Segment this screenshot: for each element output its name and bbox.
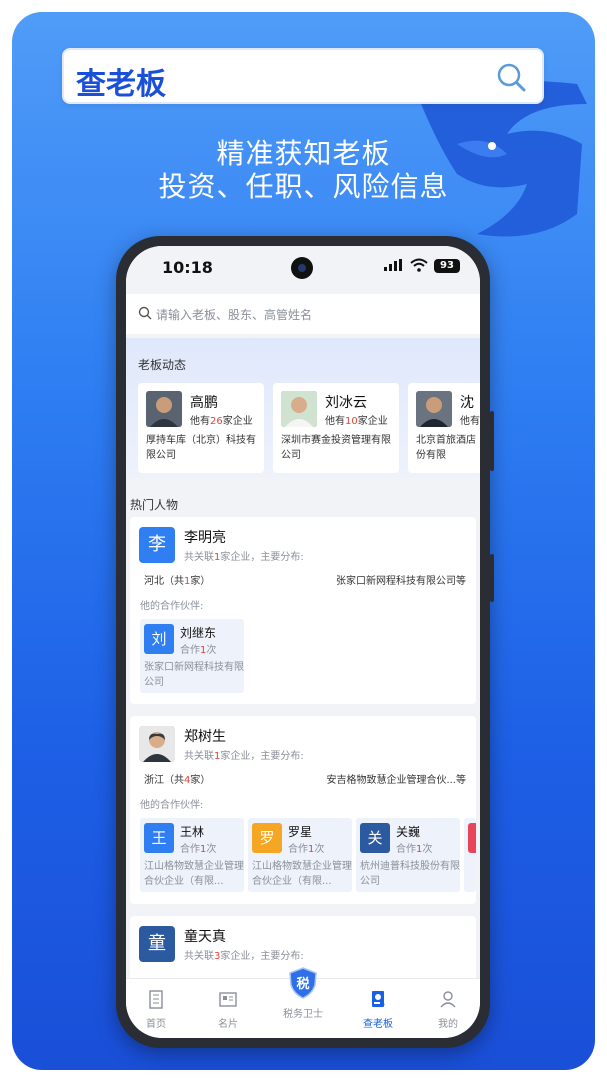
partner-label: 他的合作伙伴: — [140, 800, 204, 811]
avatar — [281, 391, 317, 427]
partner-card[interactable]: 刘 刘继东 合作1次 张家口新网程科技有限公司 — [140, 619, 244, 693]
person-card[interactable]: 郑树生 共关联1家企业，主要分布: 浙江（共4家） 安吉格物致慧企业管理合伙..… — [130, 716, 476, 904]
company-name: 深圳市赛金投资管理有限公司 — [281, 435, 391, 461]
phone-screen: 10:18 93 请输入老板、股东、高管姓名 老板动态 高鹏 他有26家企业 厚… — [126, 246, 480, 1038]
tab-label: 我的 — [438, 1019, 458, 1030]
section-title: 老板动态 — [138, 358, 187, 372]
bottom-tab-bar: 首页 名片 税 税务卫士 查老板 我的 — [126, 967, 480, 1038]
building-icon — [149, 990, 163, 1009]
tab-home[interactable]: 首页 — [126, 989, 186, 1030]
signal-icon — [384, 259, 402, 271]
coop-count: 合作1次 — [396, 844, 433, 855]
partner-company: 江山格物致慧企业管理合伙企业（有限... — [252, 861, 352, 887]
tab-label: 税务卫士 — [283, 1009, 323, 1020]
tab-me[interactable]: 我的 — [418, 989, 478, 1030]
partner-card[interactable]: 关 关巍 合作1次 杭州迪普科技股份有限公司 — [356, 818, 460, 892]
boss-card[interactable]: 高鹏 他有26家企业 厚持车库（北京）科技有限公司 — [138, 383, 264, 473]
boss-name: 沈 — [460, 395, 474, 411]
partner-avatar — [468, 823, 476, 853]
person-name: 郑树生 — [184, 729, 226, 745]
avatar — [416, 391, 452, 427]
tab-label: 名片 — [218, 1019, 238, 1030]
phone-side-button — [490, 411, 494, 471]
tax-shield-icon: 税 — [289, 967, 317, 999]
person-summary: 共关联1家企业，主要分布: — [184, 751, 304, 762]
partner-name: 王林 — [180, 825, 205, 839]
coop-count: 合作1次 — [180, 844, 217, 855]
search-icon — [138, 306, 152, 320]
phone-side-button — [490, 554, 494, 602]
partner-avatar: 刘 — [144, 624, 174, 654]
partner-name: 关巍 — [396, 825, 421, 839]
partner-card[interactable]: 王 王林 合作1次 江山格物致慧企业管理合伙企业（有限... — [140, 818, 244, 892]
avatar — [146, 391, 182, 427]
section-title: 热门人物 — [130, 498, 179, 512]
avatar: 童 — [139, 926, 175, 962]
wifi-icon — [410, 258, 428, 272]
partner-company: 江山格物致慧企业管理合伙企业（有限... — [144, 861, 244, 887]
avatar — [139, 726, 175, 762]
region-company: 张家口新网程科技有限公司等 — [336, 576, 466, 587]
app-title: 查老板 — [76, 67, 166, 102]
search-placeholder: 请输入老板、股东、高管姓名 — [156, 308, 313, 322]
user-icon — [440, 991, 456, 1008]
person-card[interactable]: 李 李明亮 共关联1家企业，主要分布: 河北（共1家） 张家口新网程科技有限公司… — [130, 517, 476, 704]
battery-indicator: 93 — [434, 259, 460, 273]
coop-count: 合作1次 — [180, 645, 217, 656]
brand-search-box: 查老板 — [62, 48, 544, 104]
tab-tax-guard[interactable]: 税 税务卫士 — [273, 967, 333, 1020]
boss-dynamics-section: 老板动态 高鹏 他有26家企业 厚持车库（北京）科技有限公司 刘冰云 他有10家… — [126, 338, 480, 478]
partner-avatar: 罗 — [252, 823, 282, 853]
search-input[interactable]: 请输入老板、股东、高管姓名 — [126, 294, 480, 334]
boss-search-icon — [372, 991, 385, 1007]
phone-mockup: 10:18 93 请输入老板、股东、高管姓名 老板动态 高鹏 他有26家企业 厚… — [116, 236, 494, 1048]
boss-card[interactable]: 刘冰云 他有10家企业 深圳市赛金投资管理有限公司 — [273, 383, 399, 473]
svg-text:税: 税 — [296, 976, 309, 992]
person-name: 童天真 — [184, 929, 226, 945]
status-time: 10:18 — [162, 258, 213, 277]
status-bar: 10:18 93 — [126, 246, 480, 290]
card-icon — [219, 992, 237, 1007]
partner-card[interactable] — [464, 818, 476, 892]
region-company: 安吉格物致慧企业管理合伙...等 — [326, 775, 466, 786]
person-summary: 共关联1家企业，主要分布: — [184, 552, 304, 563]
partner-company: 张家口新网程科技有限公司 — [144, 662, 244, 688]
camera-icon — [291, 257, 313, 279]
partner-avatar: 关 — [360, 823, 390, 853]
boss-name: 高鹏 — [190, 395, 218, 411]
boss-card[interactable]: 沈 他有 北京首旅酒店（集团）股份有限 — [408, 383, 480, 473]
partner-avatar: 王 — [144, 823, 174, 853]
tab-boss-search[interactable]: 查老板 — [348, 989, 408, 1030]
company-count: 他有26家企业 — [190, 416, 253, 427]
company-count: 他有10家企业 — [325, 416, 388, 427]
company-count: 他有 — [460, 416, 480, 427]
partner-company: 杭州迪普科技股份有限公司 — [360, 861, 460, 887]
boss-name: 刘冰云 — [325, 395, 367, 411]
partner-card[interactable]: 罗 罗星 合作1次 江山格物致慧企业管理合伙企业（有限... — [248, 818, 352, 892]
company-name: 厚持车库（北京）科技有限公司 — [146, 435, 256, 461]
tab-label: 查老板 — [363, 1019, 393, 1030]
search-icon — [497, 63, 526, 92]
person-name: 李明亮 — [184, 530, 226, 546]
region: 浙江（共4家） — [144, 775, 211, 786]
partner-name: 刘继东 — [180, 626, 217, 640]
partner-label: 他的合作伙伴: — [140, 601, 204, 612]
person-summary: 共关联3家企业，主要分布: — [184, 951, 304, 962]
avatar: 李 — [139, 527, 175, 563]
tab-card[interactable]: 名片 — [198, 989, 258, 1030]
headline-line-2: 投资、任职、风险信息 — [158, 170, 449, 203]
partner-name: 罗星 — [288, 825, 313, 839]
company-name: 北京首旅酒店（集团）股份有限 — [416, 435, 480, 461]
tab-label: 首页 — [146, 1019, 166, 1030]
coop-count: 合作1次 — [288, 844, 325, 855]
region: 河北（共1家） — [144, 576, 211, 587]
